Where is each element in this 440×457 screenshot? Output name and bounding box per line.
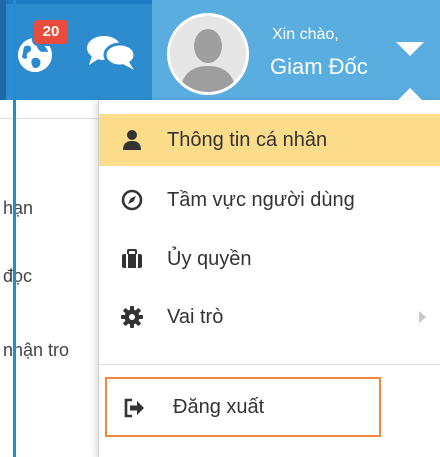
- user-icon: [123, 130, 141, 150]
- dropdown-pointer: [398, 88, 422, 100]
- background-list-item[interactable]: đọc: [3, 266, 32, 287]
- chat-icon: [87, 36, 137, 70]
- menu-divider: [99, 364, 440, 365]
- menu-item-user-scope[interactable]: Tầm vực người dùng: [99, 174, 440, 226]
- compass-icon: [121, 189, 143, 211]
- user-dropdown-menu: Thông tin cá nhân Tầm vực người dùng Ủy …: [98, 100, 440, 457]
- briefcase-icon: [122, 249, 142, 268]
- logout-label: Đăng xuất: [173, 396, 265, 418]
- user-menu-toggle[interactable]: Xin chào, Giam Đốc: [152, 0, 440, 100]
- logout-button[interactable]: Đăng xuất: [105, 377, 381, 437]
- top-navbar: 20 Xin chào, Giam Đốc: [0, 0, 440, 100]
- caret-down-icon[interactable]: [396, 40, 426, 60]
- menu-item-roles[interactable]: Vai trò: [99, 291, 440, 343]
- panel-border-line: [13, 0, 16, 457]
- menu-item-profile[interactable]: Thông tin cá nhân: [99, 114, 440, 166]
- notifications-button[interactable]: 20: [8, 20, 68, 80]
- sign-out-icon: [124, 398, 144, 418]
- navbar-edge-strip: [0, 0, 6, 100]
- chevron-right-icon: [419, 311, 426, 323]
- user-avatar-icon: [167, 13, 249, 95]
- user-greeting: Xin chào,: [272, 26, 339, 43]
- messages-button[interactable]: [82, 30, 140, 74]
- notification-count-badge: 20: [34, 20, 68, 44]
- user-name: Giam Đốc: [270, 54, 368, 79]
- background-list-item[interactable]: hạn: [3, 198, 33, 219]
- gear-icon: [121, 306, 143, 328]
- menu-item-label: Thông tin cá nhân: [167, 129, 328, 151]
- menu-item-label: Tầm vực người dùng: [167, 189, 355, 211]
- menu-item-label: Vai trò: [167, 306, 224, 328]
- menu-item-label: Ủy quyền: [167, 248, 252, 270]
- menu-item-delegation[interactable]: Ủy quyền: [99, 233, 440, 285]
